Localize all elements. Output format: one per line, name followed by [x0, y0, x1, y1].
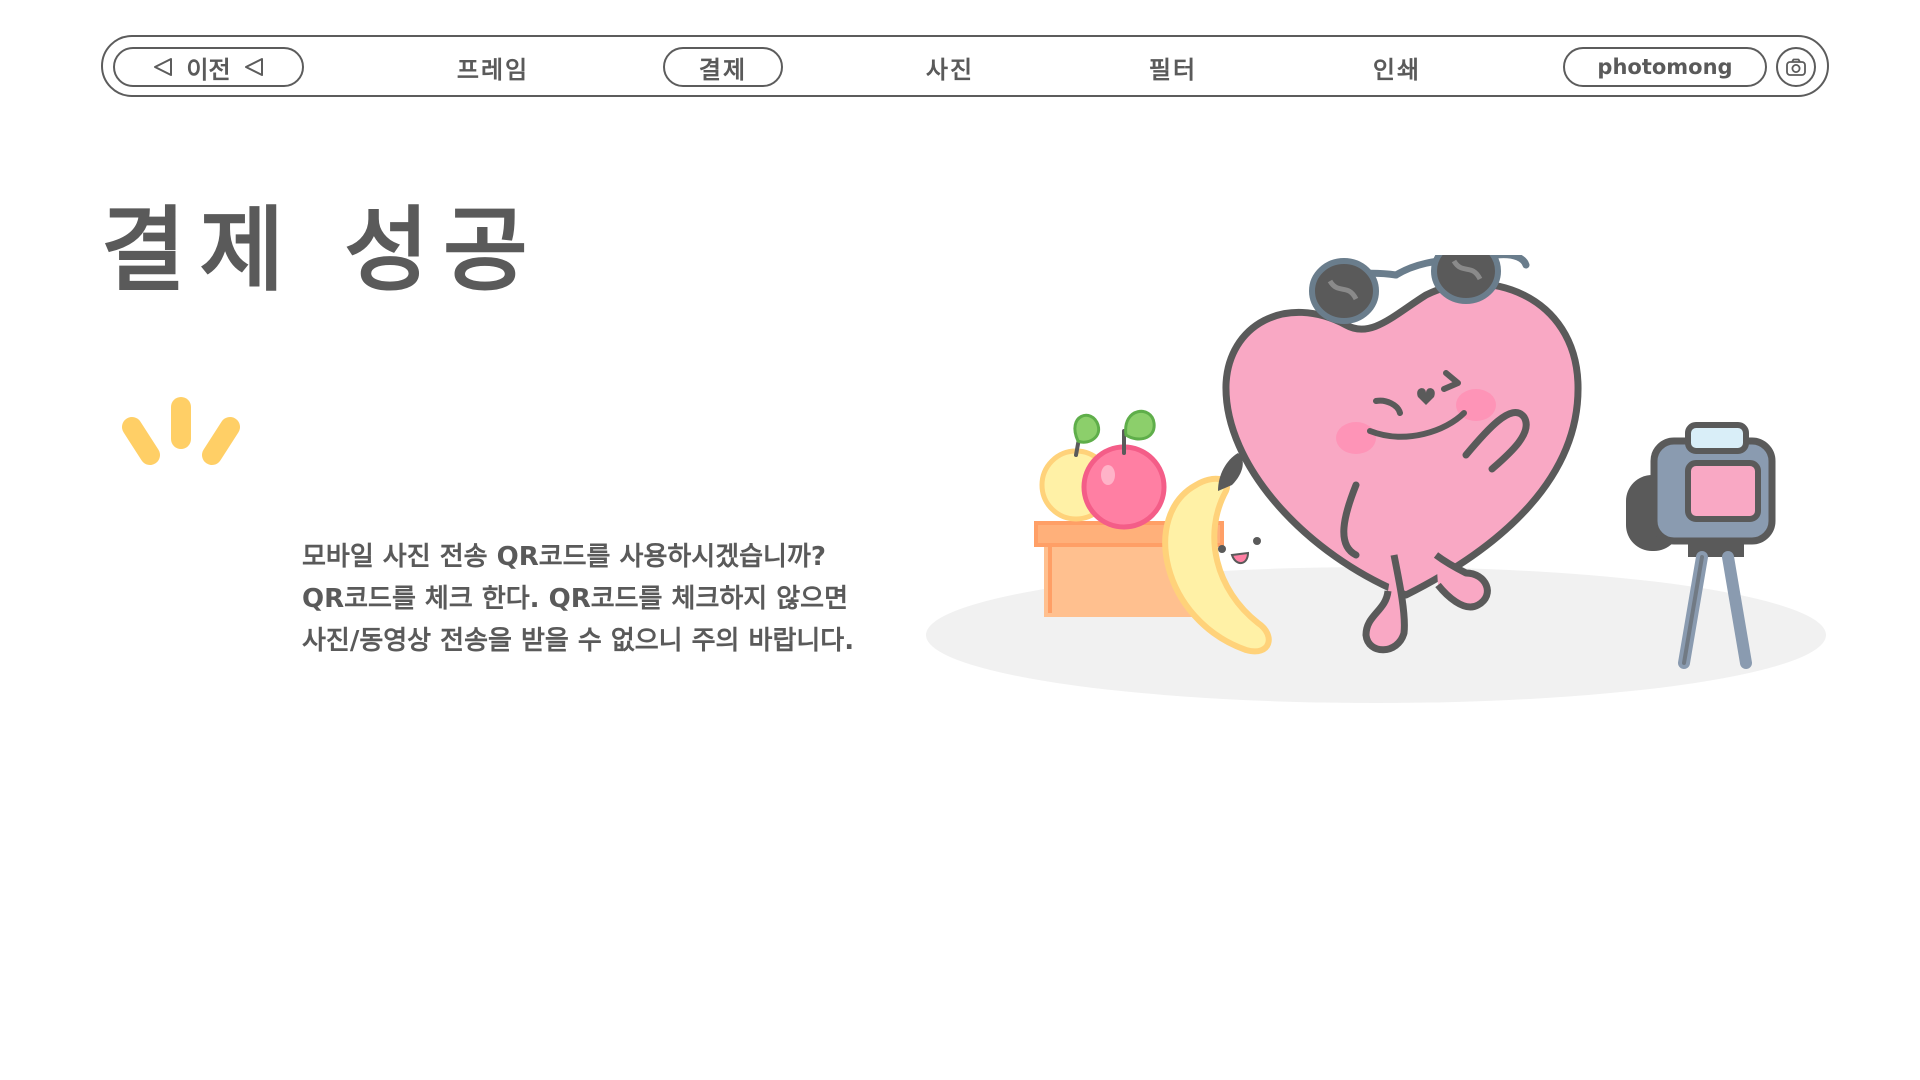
payment-success-screen: 이전 프레임 결제 사진 필터 인쇄 photomong 결제 성공 모바일 사…	[0, 0, 1920, 1080]
camera-button[interactable]	[1776, 47, 1816, 87]
notice-line: 사진/동영상 전송을 받을 수 없으니 주의 바랍니다.	[302, 626, 855, 656]
back-triangle-icon	[154, 58, 173, 76]
notice-line: QR코드를 체크 한다. QR코드를 체크하지 않으면	[302, 584, 849, 614]
tab-photo[interactable]: 사진	[890, 47, 1010, 87]
brand-button[interactable]: photomong	[1563, 47, 1767, 87]
back-button[interactable]: 이전	[113, 47, 304, 87]
top-navigation-bar: 이전 프레임 결제 사진 필터 인쇄 photomong	[101, 35, 1829, 97]
tab-filter-label: 필터	[1148, 55, 1198, 84]
heart-mascot-illustration	[926, 255, 1826, 703]
qr-notice-text: 모바일 사진 전송 QR코드를 사용하시겠습니까? QR코드를 체크 한다. Q…	[302, 536, 942, 662]
tab-print[interactable]: 인쇄	[1337, 47, 1457, 87]
sparkle-decoration-icon	[122, 397, 240, 465]
brand-label: photomong	[1597, 55, 1733, 79]
back-button-label: 이전	[186, 55, 231, 84]
notice-line: 모바일 사진 전송 QR코드를 사용하시겠습니까?	[302, 542, 826, 572]
tab-payment[interactable]: 결제	[663, 47, 783, 87]
back-triangle-icon	[244, 58, 263, 76]
tab-payment-label: 결제	[698, 55, 748, 84]
camera-icon	[1786, 58, 1806, 76]
tab-frame[interactable]: 프레임	[433, 47, 553, 87]
tab-frame-label: 프레임	[456, 55, 530, 84]
tab-photo-label: 사진	[925, 55, 975, 84]
tab-filter[interactable]: 필터	[1113, 47, 1233, 87]
page-title: 결제 성공	[101, 197, 542, 304]
tab-print-label: 인쇄	[1372, 55, 1422, 84]
